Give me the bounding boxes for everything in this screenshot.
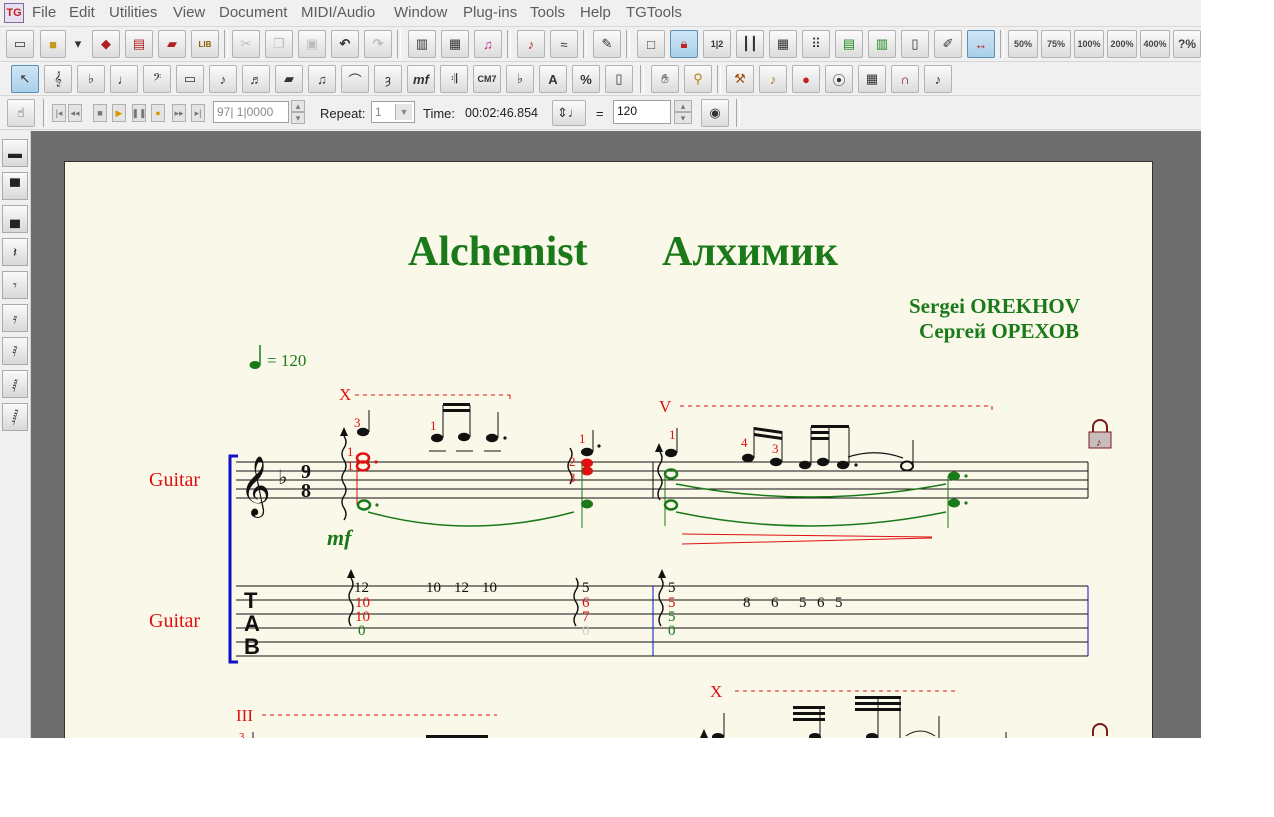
arpeggio-arrow [658, 569, 666, 578]
beam [811, 425, 849, 428]
dot [375, 503, 379, 507]
note-head [581, 458, 593, 468]
tab-number: 5 [835, 595, 843, 611]
tie [675, 511, 947, 527]
tab-number: 10 [426, 580, 441, 596]
fingering: 1 [579, 431, 586, 446]
tab-number: 5 [582, 580, 590, 596]
tab-number: 0 [582, 623, 590, 639]
arpeggio-arrow [655, 443, 663, 452]
beam [754, 433, 782, 440]
note-head [581, 447, 593, 457]
dot [597, 444, 601, 448]
second-system-partial: 3 [239, 696, 1007, 738]
fingering: 3 [354, 415, 361, 430]
tab-number: 6 [817, 595, 825, 611]
notation-layer: 𝄞 ♭ 9 8 T A B 3 1 1 1 1 2 3 1 4 3 12 10 … [228, 394, 1112, 738]
measure-lock-icon: ♪ [1088, 419, 1112, 449]
note-head [663, 499, 679, 511]
beam [754, 427, 782, 434]
note-head [742, 453, 754, 463]
tab-number: 0 [668, 623, 676, 639]
tab-number: 0 [358, 623, 366, 639]
note-head [948, 471, 960, 481]
arpeggio [657, 451, 663, 501]
time-sig-bottom: 8 [301, 480, 311, 502]
tab-number: 12 [454, 580, 469, 596]
glissando [681, 537, 933, 545]
arpeggio-arrow [347, 569, 355, 578]
note-head [458, 432, 470, 442]
note-head [900, 460, 914, 472]
beam [443, 409, 470, 412]
arpeggio-arrow [340, 427, 348, 436]
note-head [770, 457, 782, 467]
note-head [431, 433, 443, 443]
measure-lock-icon [1092, 723, 1108, 736]
arpeggio [573, 577, 579, 627]
arpeggio [348, 577, 354, 627]
note-head [356, 499, 372, 511]
svg-text:♪: ♪ [1096, 437, 1102, 449]
tab-clef-b: B [244, 634, 260, 659]
beam [811, 431, 829, 434]
tab-number: 5 [799, 595, 807, 611]
app-window: TG File Edit Utilities View Document MID… [0, 0, 1201, 738]
tie [847, 452, 904, 459]
glissando [681, 533, 933, 538]
fingering: 1 [430, 418, 437, 433]
note-head [486, 433, 498, 443]
fingering: 2 [569, 454, 576, 469]
fingering: 1 [669, 427, 676, 442]
tie [367, 511, 575, 527]
note-head [665, 448, 677, 458]
dot [503, 436, 507, 440]
beam [443, 403, 470, 406]
arpeggio [341, 435, 347, 521]
beam [811, 437, 829, 440]
fingering: 3 [772, 441, 779, 456]
fingering: 3 [569, 470, 576, 485]
note-head [581, 466, 593, 476]
arpeggio [658, 577, 664, 627]
flat-icon: ♭ [278, 465, 287, 489]
note-head [948, 498, 960, 508]
tab-clef-a: A [244, 611, 260, 636]
dot [854, 463, 858, 467]
tab-number: 10 [482, 580, 497, 596]
fingering: 1 [347, 458, 354, 473]
staff-bracket [228, 454, 238, 664]
treble-clef-icon: 𝄞 [240, 456, 271, 518]
tie [675, 483, 947, 498]
tab-number: 12 [354, 580, 369, 596]
dot [374, 460, 378, 464]
fingering: 4 [741, 435, 748, 450]
fingering: 3 [239, 731, 245, 738]
note-head [817, 457, 829, 467]
tab-number: 6 [771, 595, 779, 611]
fingering: 1 [347, 444, 354, 459]
note-head [581, 499, 593, 509]
tab-number: 5 [668, 580, 676, 596]
tab-clef-t: T [244, 588, 258, 613]
note-head [799, 460, 811, 470]
note-head [837, 460, 849, 470]
tab-number: 8 [743, 595, 751, 611]
